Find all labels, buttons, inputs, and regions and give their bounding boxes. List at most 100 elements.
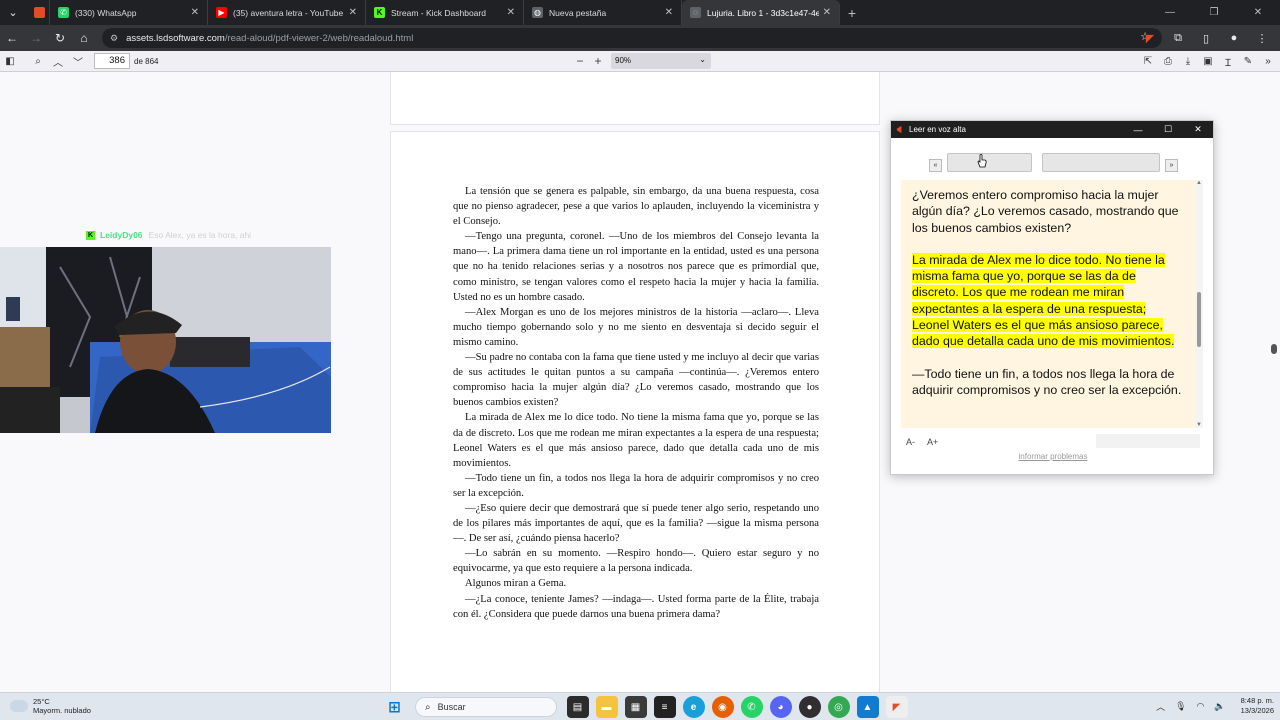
tab-book[interactable]: ◌ Lujuria. Libro 1 - 3d3c1e47-4e6 ✕: [682, 0, 840, 25]
zoom-value: 90%: [615, 56, 632, 65]
tab-new[interactable]: ◍ Nueva pestaña ✕: [524, 0, 682, 25]
firefox-icon[interactable]: ◉: [711, 696, 734, 718]
tab-title: Nueva pestaña: [549, 7, 607, 18]
chat-message: Eso Alex, ya es la hora, ahi: [148, 230, 252, 240]
calculator-icon[interactable]: ▦: [624, 696, 647, 718]
time: 8:48 p. m.: [1240, 696, 1274, 705]
font-size-controls: A- A+: [906, 437, 950, 447]
page-number-input[interactable]: 386: [94, 53, 130, 69]
font-increase-button[interactable]: A+: [927, 437, 938, 447]
text-tool-icon[interactable]: Ɪ: [1218, 55, 1238, 69]
paragraph: —Su padre no contaba con la fama que tie…: [453, 352, 819, 409]
scroll-up-icon[interactable]: ▲: [1196, 180, 1202, 186]
windows-start-icon[interactable]: ⊞: [384, 696, 406, 718]
scroll-down-icon[interactable]: ▼: [1196, 422, 1202, 428]
page-total: de 864: [134, 56, 159, 66]
scrollbar-thumb[interactable]: [1197, 292, 1201, 347]
webcam-overlay: [0, 247, 331, 433]
chrome-icon: ◍: [532, 7, 543, 18]
site-info-icon[interactable]: ⚙: [110, 33, 118, 44]
obs-icon[interactable]: ●: [798, 696, 821, 718]
current-sentence: La mirada de Alex me lo dice todo. No ti…: [912, 252, 1175, 349]
document-scrollbar[interactable]: [1271, 344, 1277, 354]
home-icon[interactable]: ⌂: [72, 26, 96, 50]
read-aloud-extension-icon[interactable]: ◤: [1136, 32, 1164, 45]
text-paragraph: —Todo tiene un fin, a todos nos llega la…: [912, 366, 1182, 397]
avatar[interactable]: ●: [1220, 32, 1248, 44]
tab-close-icon[interactable]: ✕: [507, 7, 515, 18]
tab-whatsapp[interactable]: ✆ (330) WhatsApp ✕: [50, 0, 208, 25]
tab-favicon-icon: [34, 7, 45, 18]
save-icon[interactable]: ⤓: [1178, 56, 1198, 67]
cloud-icon: [10, 700, 28, 712]
tab-search-button[interactable]: ⌄: [0, 0, 26, 25]
file-explorer-icon[interactable]: ▬: [595, 696, 618, 718]
microphone-icon[interactable]: 🎙: [1175, 701, 1186, 712]
more-tools-icon[interactable]: »: [1258, 56, 1278, 67]
maximize-icon[interactable]: ❐: [1192, 7, 1236, 18]
read-aloud-app-icon[interactable]: ◤: [885, 696, 908, 718]
add-image-icon[interactable]: ▣: [1198, 56, 1218, 67]
reload-icon[interactable]: ↻: [48, 26, 72, 50]
zoom-in-icon[interactable]: +: [589, 54, 607, 68]
sidebar-toggle-icon[interactable]: ◧: [0, 56, 20, 67]
whatsapp-icon[interactable]: ✆: [740, 696, 763, 718]
tab-title: Lujuria. Libro 1 - 3d3c1e47-4e6: [707, 7, 819, 18]
stop-button[interactable]: [1042, 153, 1160, 172]
search-icon[interactable]: ⌕: [28, 56, 48, 67]
discord-icon[interactable]: ◕: [769, 696, 792, 718]
play-pause-button[interactable]: [947, 153, 1032, 172]
new-tab-plus-icon[interactable]: +: [840, 5, 864, 21]
font-decrease-button[interactable]: A-: [906, 437, 915, 447]
tab-pinned[interactable]: [26, 0, 50, 25]
minimize-icon[interactable]: —: [1123, 125, 1153, 135]
taskbar-apps: ⊞ ⌕ Buscar ▤ ▬ ▦ ≡ e ◉ ✆ ◕ ● ◎ ▲ ◤: [380, 696, 911, 718]
read-aloud-scrollbar[interactable]: ▲ ▼: [1195, 180, 1203, 428]
rewind-button[interactable]: «: [929, 159, 942, 172]
close-icon[interactable]: ✕: [1183, 124, 1213, 135]
weather-condition: Mayorm. nublado: [33, 706, 91, 715]
read-aloud-title: Leer en voz alta: [909, 125, 966, 134]
tab-close-icon[interactable]: ✕: [665, 7, 673, 18]
minimize-icon[interactable]: —: [1148, 7, 1192, 18]
extensions-icon[interactable]: ⧉: [1164, 32, 1192, 45]
task-view-icon[interactable]: ▤: [566, 696, 589, 718]
previous-page-icon[interactable]: ︿: [48, 54, 68, 69]
clock[interactable]: 8:48 p. m. 13/3/2026: [1241, 696, 1274, 716]
paragraph: —Todo tiene un fin, a todos nos llega la…: [453, 472, 819, 499]
back-arrow-icon[interactable]: ←: [0, 26, 24, 50]
forward-button[interactable]: »: [1165, 159, 1178, 172]
tab-kick[interactable]: K Stream - Kick Dashboard ✕: [366, 0, 524, 25]
chevron-down-icon: ⌄: [699, 55, 706, 64]
taskbar-search[interactable]: ⌕ Buscar: [415, 697, 557, 717]
url-input[interactable]: ⚙ assets.lsdsoftware.com/read-aloud/pdf-…: [102, 28, 1162, 48]
print-icon[interactable]: ⎙: [1158, 56, 1178, 67]
draw-icon[interactable]: ✎: [1238, 56, 1258, 67]
report-issues-link[interactable]: informar problemas: [891, 452, 1215, 461]
wifi-icon[interactable]: ◠: [1197, 701, 1205, 712]
maximize-icon[interactable]: ☐: [1153, 124, 1183, 135]
sidebar-icon[interactable]: ▯: [1192, 32, 1220, 45]
tab-close-icon[interactable]: ✕: [349, 7, 357, 18]
app-icon[interactable]: ≡: [653, 696, 676, 718]
zoom-out-icon[interactable]: −: [571, 54, 589, 68]
weather-widget[interactable]: 25°C Mayorm. nublado: [10, 697, 91, 715]
speaker-icon[interactable]: 🔈: [1214, 701, 1225, 712]
photos-icon[interactable]: ▲: [856, 696, 879, 718]
chrome-icon[interactable]: ◎: [827, 696, 850, 718]
tab-close-icon[interactable]: ✕: [823, 7, 831, 18]
open-file-icon[interactable]: ⇱: [1138, 56, 1158, 67]
chevron-up-icon[interactable]: ︿: [1156, 700, 1165, 713]
tab-youtube[interactable]: ▶ (35) aventura letra - YouTube ✕: [208, 0, 366, 25]
system-tray: ︿ 🎙 ◠ 🔈 8:48 p. m. 13/3/2026: [1151, 696, 1274, 716]
next-page-icon[interactable]: ﹀: [68, 54, 88, 69]
chat-username: LeidyDy06: [100, 230, 143, 240]
menu-dots-icon[interactable]: ⋮: [1248, 32, 1276, 45]
playback-controls: « »: [929, 153, 1178, 172]
zoom-select[interactable]: 90% ⌄: [611, 53, 711, 69]
tab-close-icon[interactable]: ✕: [191, 7, 199, 18]
close-icon[interactable]: ✕: [1236, 7, 1280, 18]
forward-arrow-icon[interactable]: →: [24, 26, 48, 50]
edge-icon[interactable]: e: [682, 696, 705, 718]
read-aloud-text[interactable]: ¿Veremos entero compromiso hacia la muje…: [901, 180, 1195, 428]
